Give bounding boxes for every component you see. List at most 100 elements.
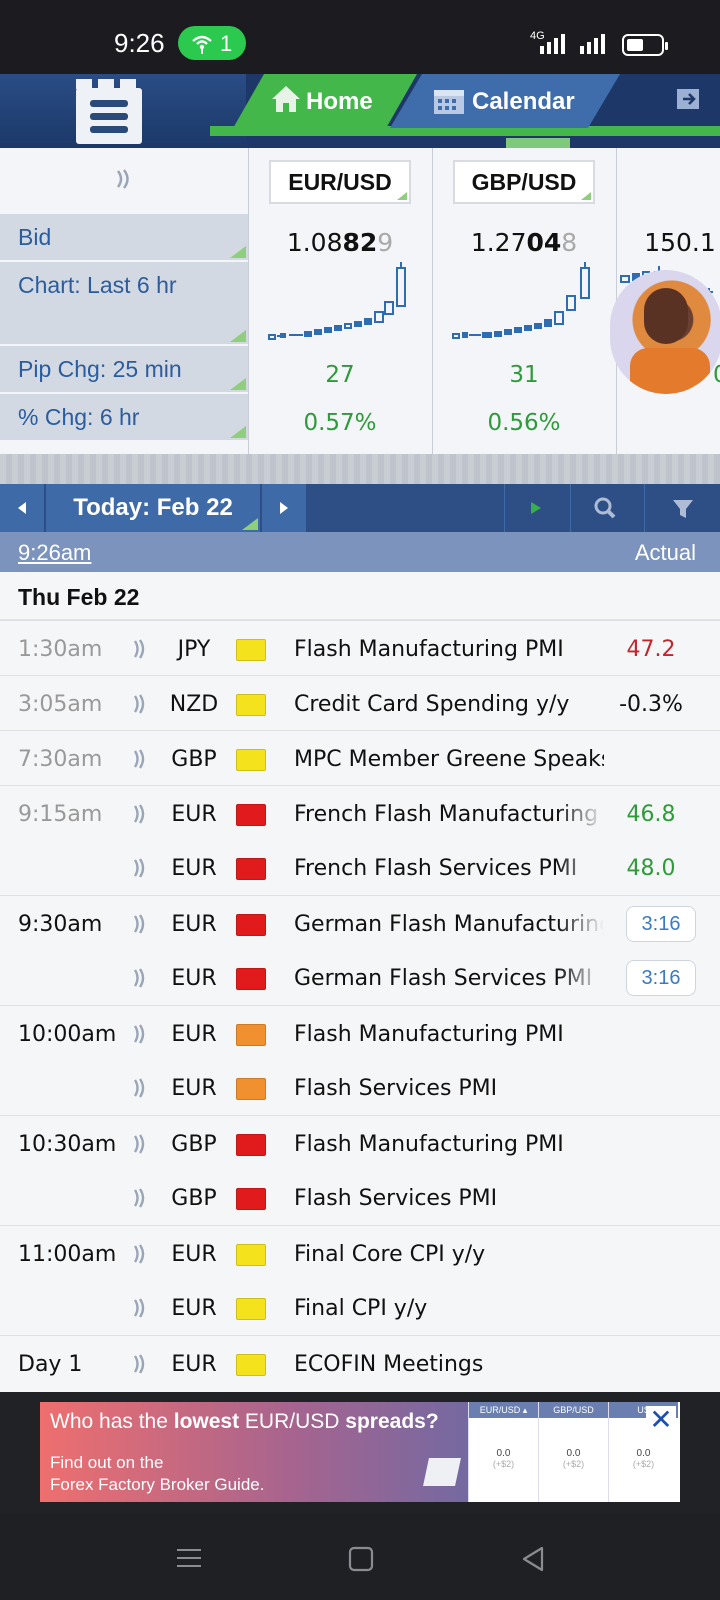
fullscreen-icon[interactable] [676, 88, 700, 110]
ad-title: Who has the lowest EUR/USD spreads? [50, 1410, 439, 1433]
impact-folder-icon[interactable] [236, 639, 266, 661]
event-row[interactable]: EUR Flash Services PMI [0, 1060, 720, 1116]
event-title[interactable]: Credit Card Spending y/y [294, 692, 604, 717]
pair-column[interactable]: EUR/USD 1.08829 27 0.57% [248, 148, 430, 454]
signal-icon [540, 34, 568, 56]
user-avatar[interactable] [610, 270, 720, 394]
sound-icon[interactable] [132, 1022, 148, 1046]
event-currency: EUR [171, 912, 217, 937]
sound-icon[interactable] [132, 1296, 148, 1320]
impact-folder-icon[interactable] [236, 914, 266, 936]
impact-folder-icon[interactable] [236, 858, 266, 880]
event-title[interactable]: Flash Manufacturing PMI [294, 637, 604, 662]
event-currency: JPY [177, 637, 211, 662]
impact-folder-icon[interactable] [236, 1024, 266, 1046]
event-title[interactable]: German Flash Manufacturing PMI [294, 912, 604, 937]
ad-banner[interactable]: Who has the lowest EUR/USD spreads? Find… [40, 1402, 680, 1502]
event-row[interactable]: GBP Flash Services PMI [0, 1170, 720, 1226]
event-row[interactable]: 9:15am EUR French Flash Manufacturing PMI 4… [0, 785, 720, 841]
event-time: 1:30am [18, 637, 103, 662]
event-currency: EUR [171, 1352, 217, 1377]
sound-icon[interactable] [132, 856, 148, 880]
impact-folder-icon[interactable] [236, 968, 266, 990]
calendar-toolbar: Today: Feb 22 [0, 484, 720, 532]
ad-column: GBP/USD 0.0 (+$2) [538, 1402, 608, 1502]
event-row[interactable]: EUR Final CPI y/y [0, 1280, 720, 1336]
play-button[interactable] [504, 484, 568, 532]
event-title[interactable]: Final CPI y/y [294, 1296, 604, 1321]
ad-close-button[interactable]: ✕ [646, 1406, 676, 1436]
event-time: 11:00am [18, 1242, 117, 1267]
event-title[interactable]: German Flash Services PMI [294, 966, 604, 991]
ad-subtitle: Find out on the Forex Factory Broker Guid… [50, 1453, 265, 1494]
event-row[interactable]: 11:00am EUR Final Core CPI y/y [0, 1225, 720, 1281]
sound-icon[interactable] [132, 802, 148, 826]
pair-name[interactable]: EUR/USD [269, 160, 411, 204]
impact-folder-icon[interactable] [236, 1244, 266, 1266]
prev-day-button[interactable] [0, 484, 44, 532]
event-title[interactable]: French Flash Services PMI [294, 856, 604, 881]
event-title[interactable]: Flash Manufacturing PMI [294, 1022, 604, 1047]
sound-icon[interactable] [132, 747, 148, 771]
pair-name[interactable]: GBP/USD [453, 160, 595, 204]
filter-button[interactable] [644, 484, 720, 532]
sound-icon[interactable] [132, 1352, 148, 1376]
tab-home-label: Home [306, 88, 373, 115]
sound-icon[interactable] [132, 1242, 148, 1266]
menu-button[interactable] [76, 79, 142, 144]
event-currency: EUR [171, 1022, 217, 1047]
event-title[interactable]: MPC Member Greene Speaks [294, 747, 604, 772]
sound-icon[interactable] [132, 1076, 148, 1100]
event-row[interactable]: 3:05am NZD Credit Card Spending y/y -0.3% [0, 675, 720, 731]
impact-folder-icon[interactable] [236, 1134, 266, 1156]
sound-icon[interactable] [132, 966, 148, 990]
event-row[interactable]: EUR French Flash Services PMI 48.0 [0, 840, 720, 896]
sound-icon[interactable] [132, 637, 148, 661]
next-day-button[interactable] [262, 484, 306, 532]
sound-icon[interactable] [114, 168, 132, 190]
event-row[interactable]: 9:30am EUR German Flash Manufacturing PMI 3… [0, 895, 720, 951]
impact-folder-icon[interactable] [236, 1188, 266, 1210]
event-title[interactable]: Flash Manufacturing PMI [294, 1132, 604, 1157]
calendar-time-header: 9:26am Actual [0, 532, 720, 572]
event-row[interactable]: 10:00am EUR Flash Manufacturing PMI [0, 1005, 720, 1061]
event-row[interactable]: 10:30am GBP Flash Manufacturing PMI [0, 1115, 720, 1171]
sound-icon[interactable] [132, 1186, 148, 1210]
recents-menu-icon[interactable] [176, 1546, 202, 1570]
home-nav-icon[interactable] [348, 1546, 374, 1572]
search-button[interactable] [570, 484, 642, 532]
pair-column[interactable]: GBP/USD 1.27048 31 0.56% [432, 148, 614, 454]
impact-folder-icon[interactable] [236, 1354, 266, 1376]
pip-change: 31 [509, 362, 539, 388]
event-row[interactable]: EUR German Flash Services PMI 3:16 [0, 950, 720, 1006]
bid-price: 150.1 [644, 228, 716, 257]
back-nav-icon[interactable] [520, 1546, 546, 1572]
impact-folder-icon[interactable] [236, 1298, 266, 1320]
calendar-list: Thu Feb 22 1:30am JPY Flash Manufacturing … [0, 572, 720, 1392]
event-title[interactable]: ECOFIN Meetings [294, 1352, 604, 1377]
event-title[interactable]: Flash Services PMI [294, 1186, 604, 1211]
sound-icon[interactable] [132, 692, 148, 716]
row-label-pct: % Chg: 6 hr [0, 394, 248, 440]
current-time-link[interactable]: 9:26am [18, 540, 91, 566]
impact-folder-icon[interactable] [236, 749, 266, 771]
event-title[interactable]: French Flash Manufacturing PMI [294, 802, 604, 827]
event-title[interactable]: Final Core CPI y/y [294, 1242, 604, 1267]
event-title[interactable]: Flash Services PMI [294, 1076, 604, 1101]
event-time: 7:30am [18, 747, 103, 772]
tab-home[interactable]: Home [232, 74, 417, 130]
event-row[interactable]: 7:30am GBP MPC Member Greene Speaks [0, 730, 720, 786]
event-row[interactable]: 1:30am JPY Flash Manufacturing PMI 47.2 [0, 620, 720, 676]
date-selector[interactable]: Today: Feb 22 [46, 484, 260, 532]
battery-icon [622, 34, 668, 56]
tab-calendar[interactable]: Calendar [390, 74, 620, 128]
event-currency: EUR [171, 856, 217, 881]
sound-icon[interactable] [132, 912, 148, 936]
hotspot-pill[interactable]: 1 [178, 26, 246, 60]
impact-folder-icon[interactable] [236, 694, 266, 716]
impact-folder-icon[interactable] [236, 1078, 266, 1100]
event-time: 10:00am [18, 1022, 117, 1047]
impact-folder-icon[interactable] [236, 804, 266, 826]
event-row[interactable]: Day 1 EUR ECOFIN Meetings [0, 1335, 720, 1391]
sound-icon[interactable] [132, 1132, 148, 1156]
